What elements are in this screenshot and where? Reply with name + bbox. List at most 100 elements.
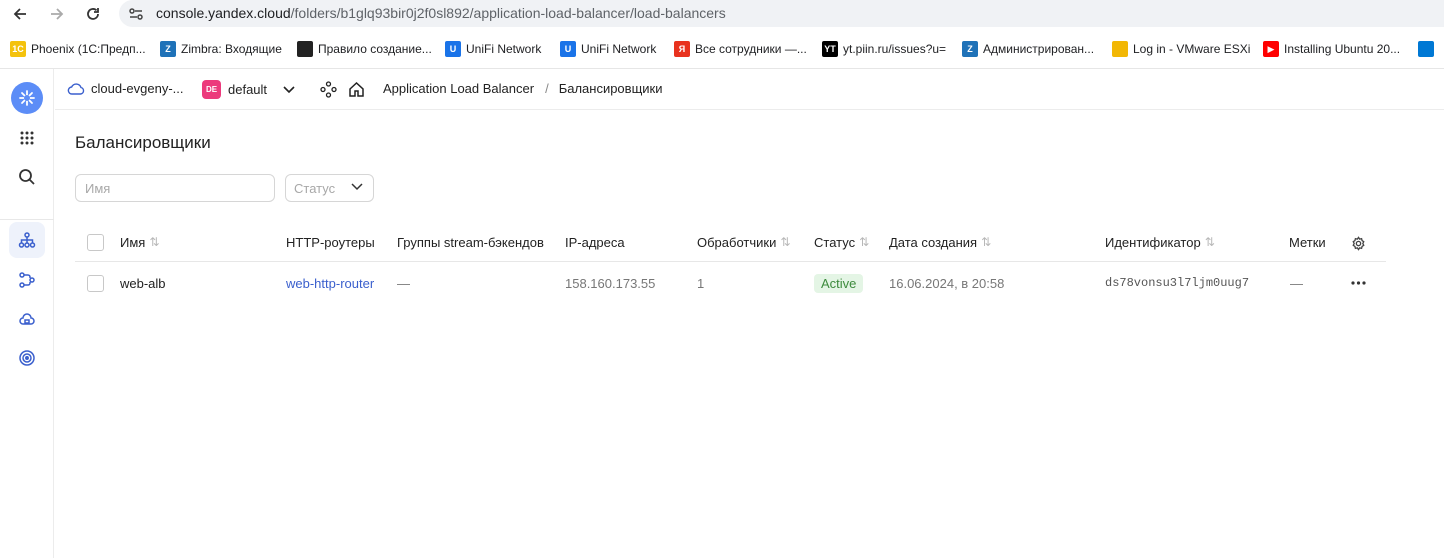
site-settings-icon[interactable] xyxy=(127,5,145,23)
bookmark-item[interactable] xyxy=(1418,40,1439,58)
vmware-icon xyxy=(1112,41,1128,57)
cloud-icon xyxy=(67,82,85,95)
bookmarks-bar: 1С Phoenix (1С:Предп... Z Zimbra: Входящие П… xyxy=(0,33,1444,65)
cell-id: ds78vonsu3l7ljm0uug7 xyxy=(1105,276,1250,290)
youtrack-icon: YT xyxy=(822,41,838,57)
url-bar[interactable]: console.yandex.cloud/folders/b1glq93bir0… xyxy=(119,0,1444,27)
back-button[interactable] xyxy=(9,3,31,25)
load-balancers-nav-button[interactable] xyxy=(9,222,45,258)
http-routers-nav-button[interactable] xyxy=(9,262,45,298)
services-menu-button[interactable] xyxy=(9,120,45,156)
1c-icon: 1С xyxy=(10,41,26,57)
youtube-icon: ▶ xyxy=(1263,41,1279,57)
bookmark-label: Все сотрудники —... xyxy=(695,42,807,56)
divider xyxy=(75,261,1386,262)
sort-icon: ⇅ xyxy=(981,235,992,249)
table-settings-button[interactable] xyxy=(1351,234,1366,252)
row-checkbox[interactable] xyxy=(87,275,104,292)
status-filter-select[interactable]: Статус xyxy=(285,174,374,202)
home-button[interactable] xyxy=(348,81,365,98)
cloud-selector[interactable]: cloud-evgeny-... xyxy=(67,81,184,96)
bookmark-item[interactable]: ▶ Installing Ubuntu 20... xyxy=(1263,40,1400,58)
column-header-name[interactable]: Имя ⇅ xyxy=(120,233,159,251)
folder-name: default xyxy=(228,82,268,97)
browser-toolbar: console.yandex.cloud/folders/b1glq93bir0… xyxy=(0,0,1444,28)
bookmark-item[interactable]: Z Zimbra: Входящие xyxy=(160,40,282,58)
sort-icon: ⇅ xyxy=(780,235,791,249)
bookmark-label: Phoenix (1С:Предп... xyxy=(31,42,146,56)
bookmark-label: Правило создание... xyxy=(318,42,432,56)
row-actions-button[interactable] xyxy=(1351,274,1366,292)
bookmark-label: Администрирован... xyxy=(983,42,1095,56)
bookmark-label: Installing Ubuntu 20... xyxy=(1284,42,1401,56)
home-icon xyxy=(349,81,364,97)
zimbra-icon: Z xyxy=(160,41,176,57)
services-map-button[interactable] xyxy=(320,81,337,98)
yandex-cloud-logo-button[interactable] xyxy=(11,82,43,114)
bookmark-item[interactable]: Log in - VMware ESXi xyxy=(1112,40,1250,58)
breadcrumb-separator: / xyxy=(545,81,549,96)
column-header-ip: IP-адреса xyxy=(565,234,625,250)
unifi-icon: U xyxy=(445,41,461,57)
column-header-id[interactable]: Идентификатор ⇅ xyxy=(1105,233,1215,251)
back-arrow-icon xyxy=(13,8,26,20)
bookmark-item[interactable]: U UniFi Network xyxy=(560,40,656,58)
yandex-icon: Я xyxy=(674,41,690,57)
select-all-checkbox[interactable] xyxy=(87,234,104,251)
cell-handlers: 1 xyxy=(697,275,705,291)
name-filter-input[interactable] xyxy=(75,174,275,202)
grid-icon xyxy=(20,131,34,145)
more-horizontal-icon xyxy=(1351,281,1366,285)
folder-badge: DE xyxy=(202,80,221,99)
chevron-down-icon xyxy=(283,85,295,93)
sort-icon: ⇅ xyxy=(859,235,870,249)
globe-icon xyxy=(297,41,313,57)
url-text: console.yandex.cloud/folders/b1glq93bir0… xyxy=(156,5,726,21)
cell-router-link[interactable]: web-http-router xyxy=(286,274,374,292)
bookmark-item[interactable]: 1С Phoenix (1С:Предп... xyxy=(10,40,146,58)
status-badge: Active xyxy=(814,273,864,293)
top-header: cloud-evgeny-... DE default Application … xyxy=(55,69,1444,110)
nodes-icon xyxy=(320,81,337,98)
cell-name[interactable]: web-alb xyxy=(120,274,166,292)
cell-created: 16.06.2024, в 20:58 xyxy=(889,275,1005,291)
cell-ip: 158.160.173.55 xyxy=(565,275,656,291)
bookmark-item[interactable]: Я Все сотрудники —... xyxy=(674,40,807,58)
app-sidebar xyxy=(0,69,54,558)
bookmark-item[interactable]: Z Администрирован... xyxy=(962,40,1094,58)
divider xyxy=(0,219,54,220)
sort-icon: ⇅ xyxy=(1204,235,1215,249)
target-icon xyxy=(19,350,35,366)
zimbra-icon: Z xyxy=(962,41,978,57)
bookmark-label: UniFi Network xyxy=(466,42,542,56)
backend-groups-nav-button[interactable] xyxy=(9,301,45,337)
bookmark-label: Zimbra: Входящие xyxy=(181,42,282,56)
column-header-status[interactable]: Статус ⇅ xyxy=(814,233,869,251)
forward-button[interactable] xyxy=(46,3,68,25)
forward-arrow-icon xyxy=(51,8,64,20)
backend-groups-icon xyxy=(19,313,35,325)
bookmark-label: UniFi Network xyxy=(581,42,657,56)
bookmark-label: yt.piin.ru/issues?u= xyxy=(843,42,947,56)
column-header-created[interactable]: Дата создания ⇅ xyxy=(889,233,991,251)
bookmark-item[interactable]: YT yt.piin.ru/issues?u= xyxy=(822,40,946,58)
cloud-logo-icon xyxy=(19,90,35,106)
breadcrumb: Application Load Balancer / Балансировщи… xyxy=(383,81,662,96)
cloud-name: cloud-evgeny-... xyxy=(91,81,184,96)
breadcrumb-service-link[interactable]: Application Load Balancer xyxy=(383,81,534,96)
target-groups-nav-button[interactable] xyxy=(9,340,45,376)
cell-stream: — xyxy=(397,275,410,291)
folder-selector[interactable]: DE default xyxy=(202,80,295,99)
column-header-routers: HTTP-роутеры xyxy=(286,234,375,250)
column-header-handlers[interactable]: Обработчики ⇅ xyxy=(697,233,790,251)
bookmark-item[interactable]: Правило создание... xyxy=(297,40,432,58)
load-balancer-icon xyxy=(18,232,36,248)
bookmark-item[interactable]: U UniFi Network xyxy=(445,40,541,58)
breadcrumb-current: Балансировщики xyxy=(558,81,663,96)
status-badge-cell: Active xyxy=(814,272,864,294)
status-filter-placeholder: Статус xyxy=(294,180,336,196)
reload-button[interactable] xyxy=(82,3,104,25)
gear-icon xyxy=(1352,235,1365,251)
search-button[interactable] xyxy=(9,159,45,195)
azure-icon xyxy=(1418,41,1434,57)
